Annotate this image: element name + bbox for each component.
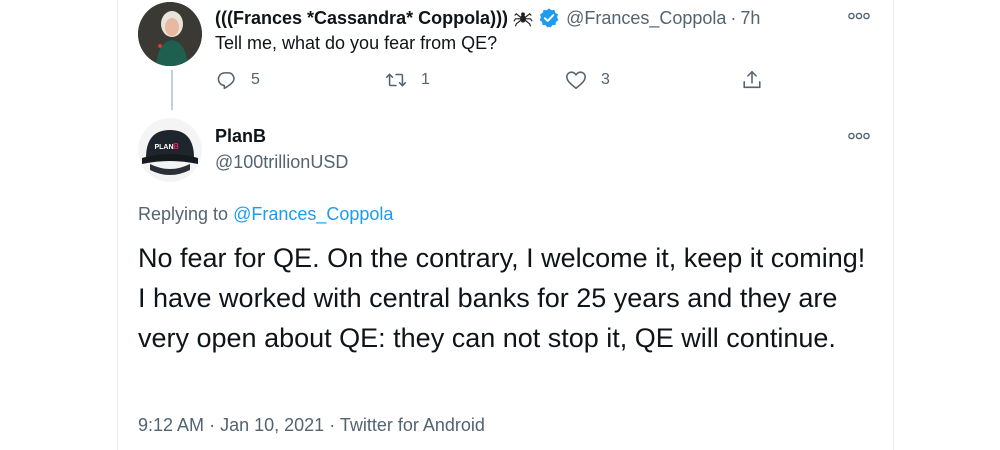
tweet-card: (((Frances *Cassandra* Coppola))) @Franc… xyxy=(117,0,894,450)
tweet-time[interactable]: 9:12 AM xyxy=(138,415,204,435)
time-separator: · xyxy=(730,7,737,28)
replying-prefix: Replying to xyxy=(138,204,229,224)
parent-handle[interactable]: @Frances_Coppola xyxy=(566,8,726,29)
meta-separator: · xyxy=(209,415,216,435)
parent-tweet[interactable]: (((Frances *Cassandra* Coppola))) @Franc… xyxy=(118,0,893,112)
main-display-name[interactable]: PlanB xyxy=(215,126,266,147)
meta-separator: · xyxy=(329,415,336,435)
reply-count: 5 xyxy=(251,71,260,88)
like-count: 3 xyxy=(601,71,610,88)
main-avatar[interactable]: PLAN B xyxy=(138,118,202,182)
more-icon[interactable] xyxy=(847,8,871,24)
retweet-icon xyxy=(385,73,407,87)
replying-handle-link[interactable]: @Frances_Coppola xyxy=(233,204,393,224)
avatar-logo-accent: B xyxy=(173,142,179,151)
more-icon[interactable] xyxy=(847,128,871,144)
retweet-count: 1 xyxy=(421,71,430,88)
tweet-metadata: 9:12 AM · Jan 10, 2021 · Twitter for And… xyxy=(138,415,485,436)
reply-button[interactable]: 5 xyxy=(215,66,260,94)
spider-icon xyxy=(512,7,534,29)
tweet-date[interactable]: Jan 10, 2021 xyxy=(220,415,324,435)
parent-actions: 5 1 3 xyxy=(215,66,775,94)
main-handle[interactable]: @100trillionUSD xyxy=(215,152,348,173)
tweet-source[interactable]: Twitter for Android xyxy=(340,415,485,435)
main-tweet-text: No fear for QE. On the contrary, I welco… xyxy=(138,243,866,353)
avatar-logo-text: PLAN xyxy=(154,144,173,151)
parent-avatar[interactable] xyxy=(138,2,202,66)
like-button[interactable]: 3 xyxy=(565,66,610,94)
replying-to: Replying to @Frances_Coppola xyxy=(138,204,393,225)
parent-header: (((Frances *Cassandra* Coppola))) @Franc… xyxy=(215,6,873,30)
parent-time[interactable]: 7h xyxy=(740,8,760,29)
share-button[interactable] xyxy=(741,66,763,94)
reply-icon xyxy=(217,72,235,90)
share-icon xyxy=(743,70,761,89)
parent-display-name[interactable]: (((Frances *Cassandra* Coppola))) xyxy=(215,8,508,29)
thread-line xyxy=(171,70,173,110)
retweet-button[interactable]: 1 xyxy=(385,66,430,94)
verified-icon xyxy=(538,7,560,29)
like-icon xyxy=(566,71,586,90)
parent-tweet-text: Tell me, what do you fear from QE? xyxy=(215,33,498,53)
